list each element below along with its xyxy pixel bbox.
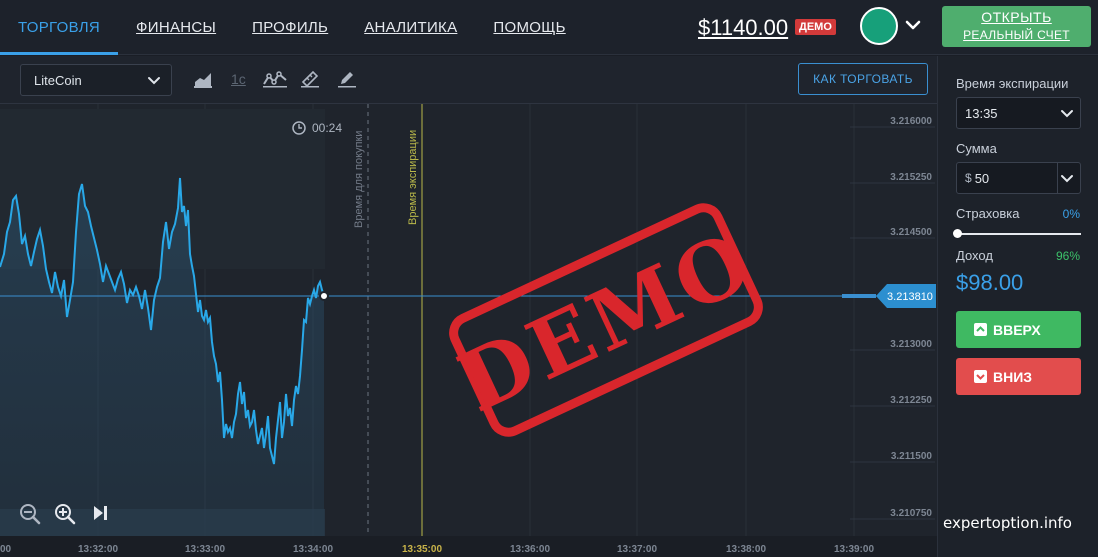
ruler-icon[interactable]: [301, 70, 319, 88]
current-price-value: 3.213810: [887, 291, 933, 303]
demo-stamp-text: DEMO: [445, 212, 768, 431]
x-tick-label: 13:38:00: [726, 544, 766, 555]
y-tick-label: 3.211500: [891, 451, 933, 462]
asset-select[interactable]: LiteCoin: [20, 64, 172, 96]
arrow-down-icon: [974, 370, 987, 383]
price-chart[interactable]: 3.216000 3.215250 3.214500 3.213000 3.212250…: [0, 104, 937, 557]
area-chart-icon[interactable]: [194, 70, 212, 88]
top-bar: ТОРГОВЛЯ ФИНАНСЫ ПРОФИЛЬ АНАЛИТИКА ПОМОЩ…: [0, 0, 1098, 55]
call-up-label: ВВЕРХ: [993, 321, 1041, 338]
x-tick-label: 13:36:00: [510, 544, 550, 555]
nav-help[interactable]: ПОМОЩЬ: [475, 0, 583, 55]
y-axis: 3.216000 3.215250 3.214500 3.213000 3.212250…: [850, 116, 935, 520]
y-tick-label: 3.215250: [890, 172, 932, 183]
call-up-button[interactable]: ВВЕРХ: [956, 311, 1081, 348]
chevron-down-icon: [148, 77, 160, 85]
x-tick-label: 13:34:00: [293, 544, 333, 555]
scroll-to-end-icon[interactable]: [92, 504, 110, 522]
avatar[interactable]: [860, 7, 898, 45]
chevron-down-icon: [1061, 110, 1073, 118]
x-axis: 13:32:00 13:33:00 13:34:00 13:35:00 13:36:00…: [0, 536, 937, 557]
asset-name: LiteCoin: [34, 72, 82, 88]
put-down-button[interactable]: ВНИЗ: [956, 358, 1081, 395]
nav-finance[interactable]: ФИНАНСЫ: [118, 0, 234, 55]
expiry-time-value: 13:35: [965, 105, 998, 121]
chevron-down-icon[interactable]: [1060, 172, 1074, 186]
open-real-account-button[interactable]: ОТКРЫТЬ РЕАЛЬНЫЙ СЧЕТ: [942, 6, 1091, 47]
y-tick-label: 3.213000: [890, 339, 932, 350]
insurance-value: 0%: [1062, 207, 1080, 221]
open-real-account-line2: РЕАЛЬНЫЙ СЧЕТ: [963, 28, 1070, 42]
expiry-time-select[interactable]: 13:35: [956, 97, 1081, 129]
put-down-label: ВНИЗ: [993, 368, 1033, 385]
insurance-slider-track[interactable]: [956, 233, 1081, 235]
y-tick-label: 3.210750: [890, 508, 932, 519]
amount-divider: [1057, 163, 1058, 193]
payout-amount: $98.00: [956, 270, 1024, 295]
nav-profile[interactable]: ПРОФИЛЬ: [234, 0, 346, 55]
timeframe-button[interactable]: 1c: [231, 71, 246, 87]
trade-panel: Время экспирации 13:35 Сумма $ 50 Страхо…: [937, 56, 1098, 557]
chart-toolbar: LiteCoin 1c КАК ТОРГОВАТЬ: [0, 56, 937, 104]
x-tick-label: 13:33:00: [185, 544, 225, 555]
main-nav: ТОРГОВЛЯ ФИНАНСЫ ПРОФИЛЬ АНАЛИТИКА ПОМОЩ…: [0, 0, 584, 55]
demo-stamp: DEMO: [445, 203, 768, 437]
amount-value: 50: [974, 170, 990, 186]
site-watermark: expertoption.info: [943, 514, 1072, 532]
y-tick-label: 3.212250: [890, 395, 932, 406]
zoom-out-icon[interactable]: [19, 503, 41, 525]
x-tick-label: 13:39:00: [834, 544, 874, 555]
arrow-up-icon: [974, 323, 987, 336]
current-price-dot: [319, 291, 329, 301]
price-chart-svg[interactable]: 3.216000 3.215250 3.214500 3.213000 3.212250…: [0, 104, 937, 557]
pencil-icon[interactable]: [338, 70, 356, 88]
amount-label: Сумма: [956, 141, 997, 156]
x-tick-label: 13:37:00: [617, 544, 657, 555]
timer-value: 00:24: [312, 121, 342, 135]
amount-input[interactable]: $ 50: [956, 162, 1081, 194]
zoom-in-icon[interactable]: [54, 503, 76, 525]
account-balance[interactable]: $1140.00: [698, 15, 788, 41]
expiry-time-label: Время экспирации: [956, 76, 1069, 91]
chevron-down-icon[interactable]: [905, 17, 921, 33]
y-tick-label: 3.214500: [890, 227, 932, 238]
nav-trading[interactable]: ТОРГОВЛЯ: [0, 0, 119, 55]
x-tick-label: 13:32:00: [78, 544, 118, 555]
how-to-trade-button[interactable]: КАК ТОРГОВАТЬ: [798, 63, 928, 95]
nav-analytics[interactable]: АНАЛИТИКА: [346, 0, 475, 55]
y-tick-label: 3.216000: [890, 116, 932, 127]
indicators-icon[interactable]: [263, 70, 287, 88]
x-axis-strip: [0, 536, 937, 557]
x-tick-label-edge: 00: [0, 544, 12, 555]
income-label: Доход: [956, 248, 993, 263]
demo-badge: ДЕМО: [795, 19, 836, 35]
income-percent: 96%: [1055, 249, 1080, 263]
x-tick-label: 13:35:00: [402, 544, 442, 555]
amount-currency: $: [965, 171, 972, 185]
insurance-label: Страховка: [956, 206, 1020, 221]
expiry-line-label: Время экспирации: [407, 130, 419, 225]
insurance-slider-knob[interactable]: [953, 229, 962, 238]
purchase-deadline-label: Время для покупки: [353, 131, 365, 228]
open-real-account-line1: ОТКРЫТЬ: [981, 9, 1052, 25]
